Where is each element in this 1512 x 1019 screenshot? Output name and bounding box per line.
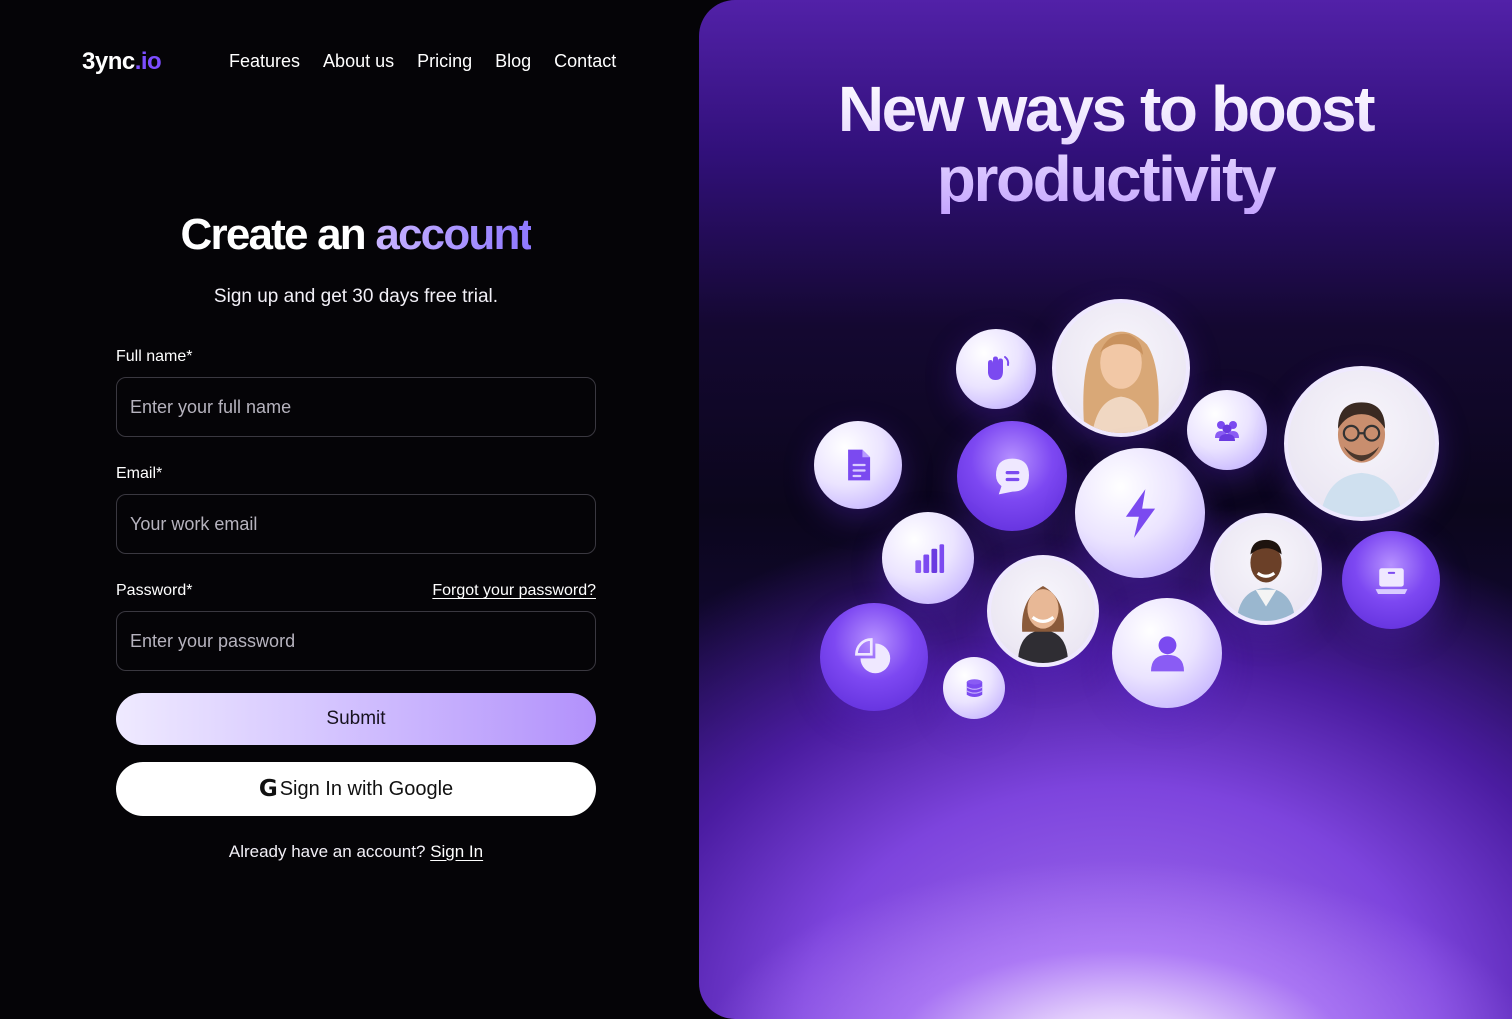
hero-panel: New ways to boost productivity [699,0,1512,1019]
password-field[interactable] [116,611,596,671]
hero-title-line1: New ways to boost [837,73,1374,145]
email-field[interactable] [116,494,596,554]
google-signin-label: Sign In with Google [279,777,454,800]
hand-wave-icon [956,329,1036,409]
signup-form: Full name* Email* Password* Forgot your … [116,346,596,697]
nav-item-features[interactable]: Features [229,51,300,72]
pie-chart-icon [820,603,928,711]
form-title-main: Create an [180,210,367,259]
document-icon [814,421,902,509]
form-title: Create an account [0,210,712,260]
email-label: Email* [116,465,163,482]
full-name-input[interactable] [130,396,582,418]
signin-link[interactable]: Sign In [430,842,483,861]
nav-item-pricing[interactable]: Pricing [417,51,472,72]
google-icon: G [258,776,278,802]
nav-item-about-us[interactable]: About us [323,51,394,72]
user-icon [1112,598,1222,708]
email-input[interactable] [130,513,582,535]
have-account-text: Already have an account? [228,842,426,861]
nav-item-blog[interactable]: Blog [495,51,531,72]
man-avatar [1210,513,1322,625]
brand-name: 3ync [82,48,135,75]
chat-icon [957,421,1067,531]
password-input[interactable] [130,630,582,652]
form-subtitle: Sign up and get 30 days free trial. [213,286,499,307]
man-glasses-avatar [1284,366,1439,521]
full-name-label: Full name* [116,348,193,365]
google-signin-button[interactable]: G Sign In with Google [116,762,596,816]
top-nav: Features About us Pricing Blog Contact [229,51,616,72]
brand-logo[interactable]: 3ync.io [82,48,162,76]
group-icon [1187,390,1267,470]
hero-title: New ways to boost productivity [699,74,1512,214]
database-icon [943,657,1005,719]
hero-title-line2: productivity [936,143,1275,215]
woman-avatar [987,555,1099,667]
brand-suffix: .io [134,48,162,75]
lightning-icon [1075,448,1205,578]
laptop-icon [1342,531,1440,629]
nav-item-contact[interactable]: Contact [554,51,616,72]
woman-blonde-avatar [1052,299,1190,437]
submit-button[interactable]: Submit [116,693,596,745]
password-label: Password* [116,582,193,599]
bar-chart-icon [882,512,974,604]
signup-panel: 3ync.io Features About us Pricing Blog C… [0,0,712,1019]
forgot-password-link[interactable]: Forgot your password? [432,582,596,600]
form-title-accent: account [375,210,533,259]
full-name-field[interactable] [116,377,596,437]
signin-prompt: Already have an account? Sign In [0,842,712,862]
